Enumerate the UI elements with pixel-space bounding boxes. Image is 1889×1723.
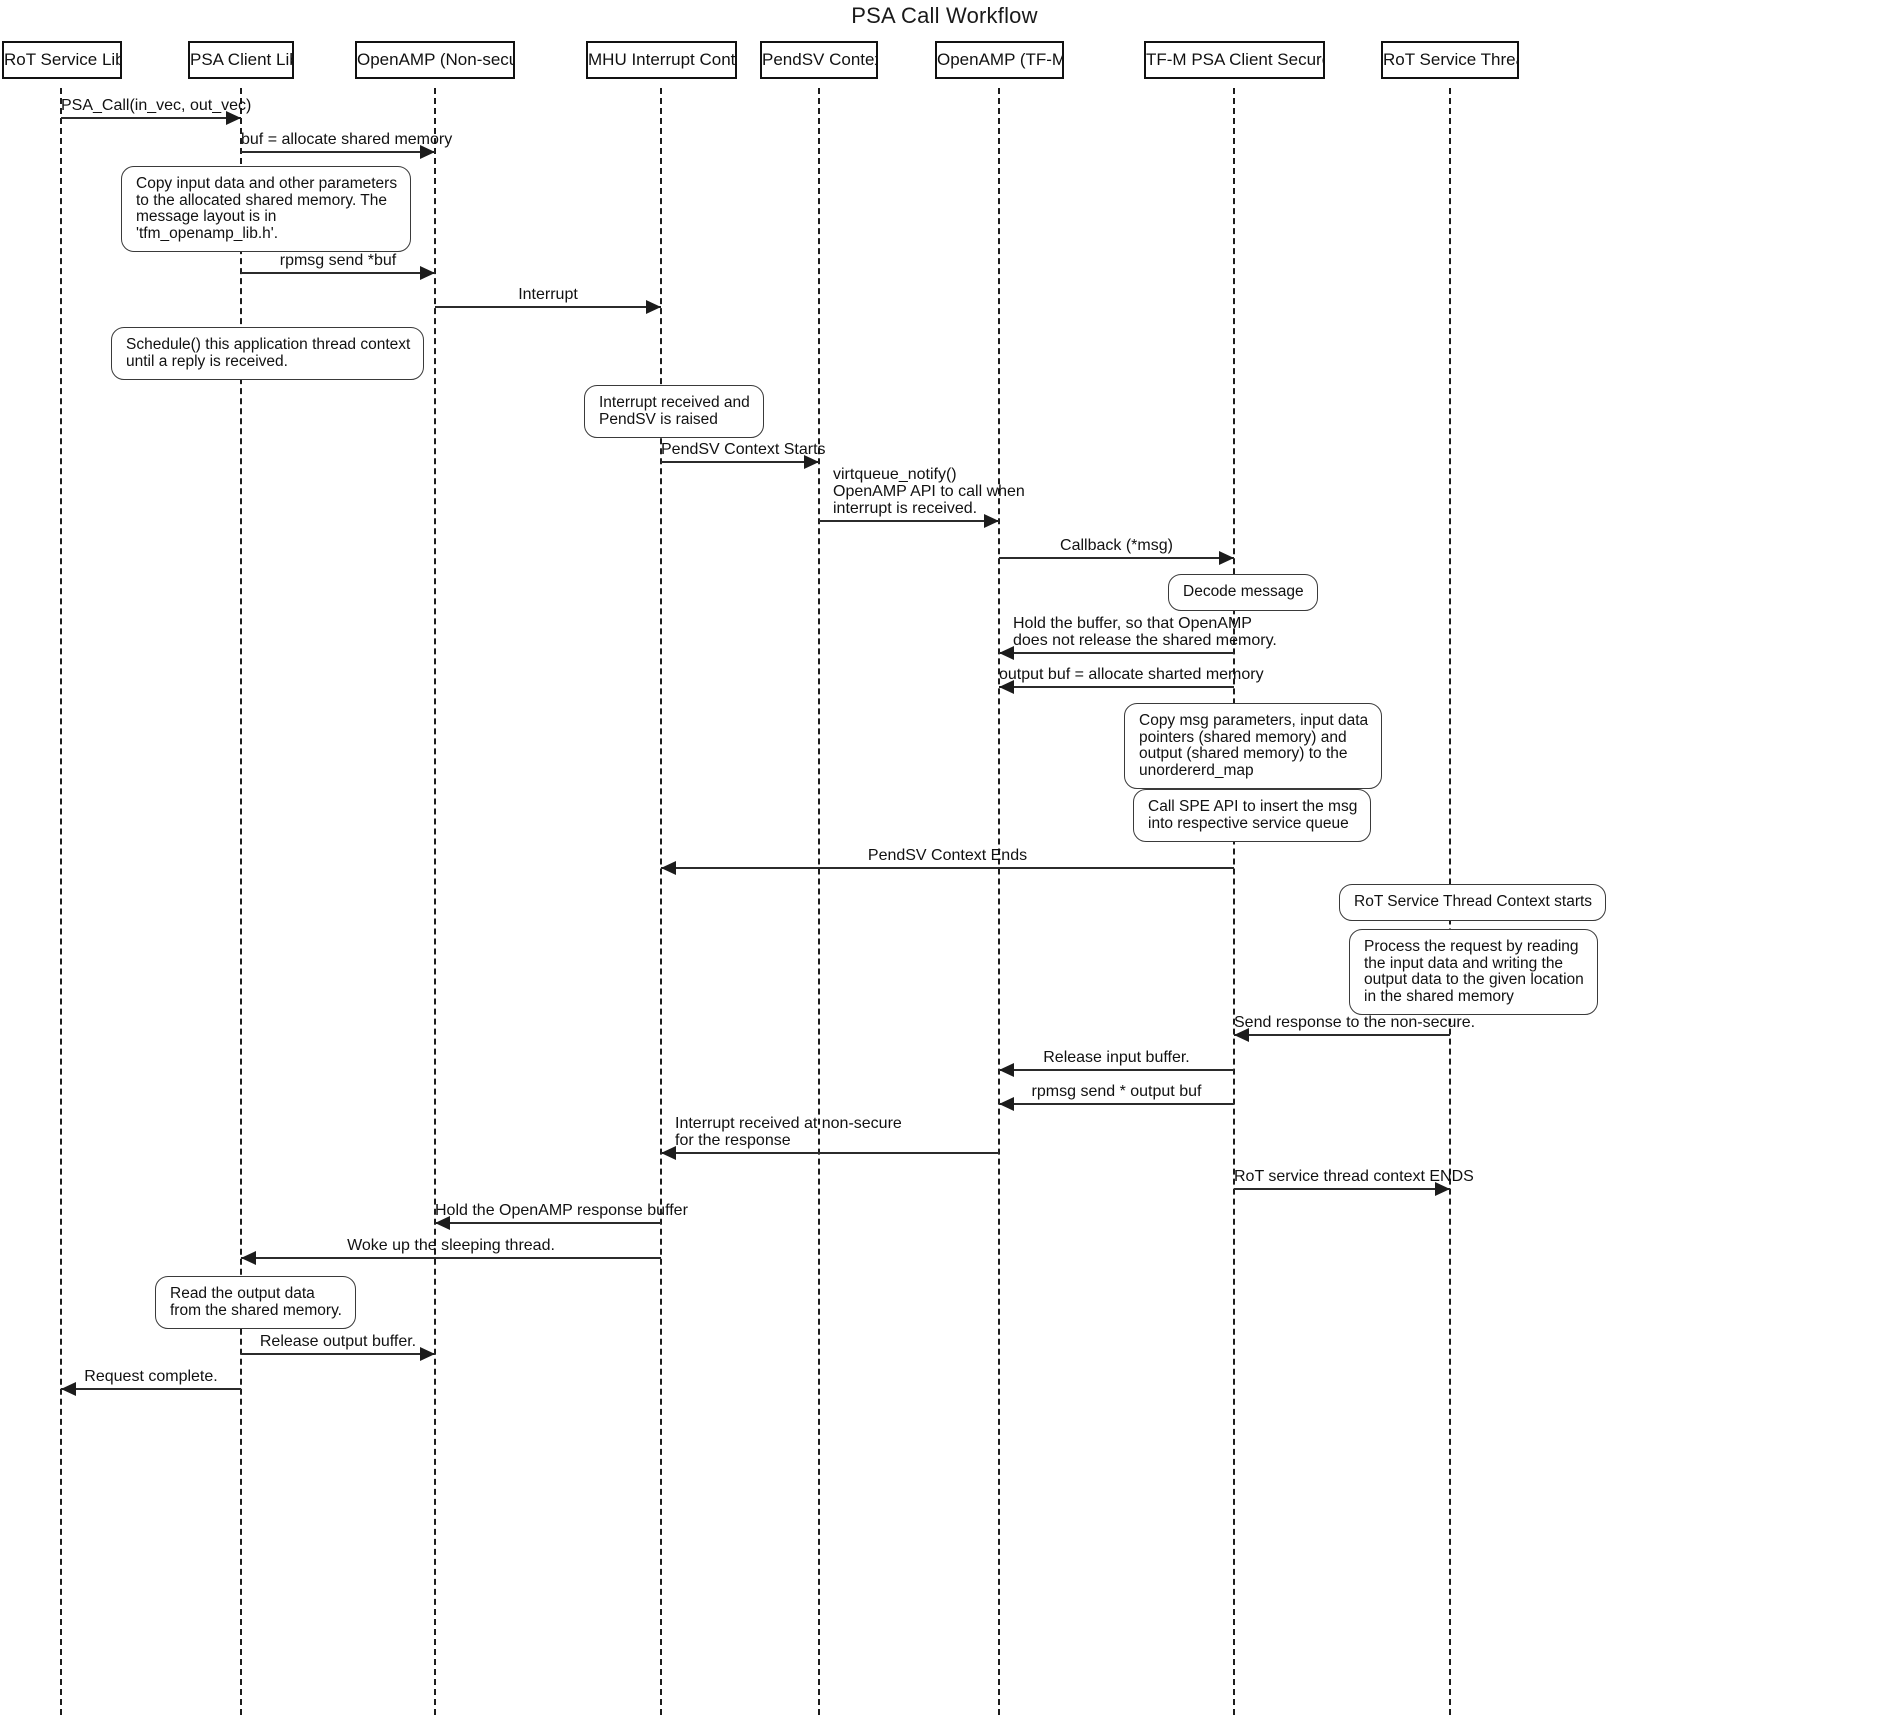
- message-line-interrupt: [435, 306, 661, 308]
- actor-box-openamp_tfm[interactable]: OpenAMP (TF-M): [935, 41, 1064, 79]
- actor-box-psa_client_lib[interactable]: PSA Client Lib: [188, 41, 294, 79]
- note-read-output-data-note: Read the output data from the shared mem…: [155, 1276, 356, 1329]
- message-label-hold-openamp-response-buf: Hold the OpenAMP response buffer: [435, 1202, 688, 1219]
- actor-box-rot_service_thread[interactable]: RoT Service Thread: [1381, 41, 1519, 79]
- message-line-buf-allocate-shared-memory: [241, 151, 435, 153]
- message-label-interrupt: Interrupt: [518, 286, 578, 303]
- lifeline-pendsv_context: [818, 88, 820, 1715]
- message-label-rpmsg-send-output-buf: rpmsg send * output buf: [1031, 1083, 1202, 1100]
- message-line-hold-openamp-response-buf: [435, 1222, 661, 1224]
- lifeline-openamp_nonsecure: [434, 88, 436, 1715]
- message-line-request-complete: [61, 1388, 241, 1390]
- message-line-send-response-nonsecure: [1234, 1034, 1450, 1036]
- note-interrupt-received-note: Interrupt received and PendSV is raised: [584, 385, 764, 438]
- note-call-spe-api-note: Call SPE API to insert the msg into resp…: [1133, 789, 1372, 842]
- arrowhead-hold-the-buffer: [999, 646, 1014, 660]
- message-line-woke-up-sleeping-thread: [241, 1257, 661, 1259]
- message-label-hold-the-buffer: Hold the buffer, so that OpenAMP does no…: [1013, 615, 1277, 649]
- note-decode-message-note: Decode message: [1168, 574, 1318, 611]
- message-label-output-buf-allocate: output buf = allocate sharted memory: [999, 666, 1264, 683]
- message-label-virtqueue-notify: virtqueue_notify() OpenAMP API to call w…: [833, 466, 1025, 517]
- message-line-rot-service-thread-ends: [1234, 1188, 1450, 1190]
- message-line-pendsv-context-starts: [661, 461, 819, 463]
- message-label-release-output-buffer: Release output buffer.: [259, 1333, 417, 1350]
- message-line-rpmsg-send-output-buf: [999, 1103, 1234, 1105]
- note-copy-input-data-note: Copy input data and other parameters to …: [121, 166, 412, 252]
- message-line-callback-msg: [999, 557, 1234, 559]
- message-line-psa-call: [61, 117, 241, 119]
- message-label-pendsv-context-ends: PendSV Context Ends: [867, 847, 1028, 864]
- lifeline-openamp_tfm: [998, 88, 1000, 1715]
- message-line-release-input-buffer: [999, 1069, 1234, 1071]
- message-line-rpmsg-send-buf: [241, 272, 435, 274]
- message-line-pendsv-context-ends: [661, 867, 1234, 869]
- message-label-rpmsg-send-buf: rpmsg send *buf: [279, 252, 397, 269]
- sequence-diagram-canvas: PSA Call Workflow RoT Service Lib PSA Cli…: [0, 0, 1889, 1723]
- message-label-interrupt-received-ns: Interrupt received at non-secure for the…: [675, 1115, 902, 1149]
- actor-box-pendsv_context[interactable]: PendSV Context: [760, 41, 878, 79]
- actor-box-mhu_interrupt_ctx[interactable]: MHU Interrupt Context: [586, 41, 737, 79]
- actor-box-rot_service_lib[interactable]: RoT Service Lib: [2, 41, 122, 79]
- message-label-rot-service-thread-ends: RoT service thread context ENDS: [1234, 1168, 1474, 1185]
- actor-box-openamp_nonsecure[interactable]: OpenAMP (Non-secure): [355, 41, 515, 79]
- message-label-pendsv-context-starts: PendSV Context Starts: [661, 441, 826, 458]
- actor-box-tfm_psa_client_sec[interactable]: TF-M PSA Client Secure Lib: [1144, 41, 1325, 79]
- note-copy-msg-parameters-note: Copy msg parameters, input data pointers…: [1124, 703, 1383, 789]
- lifeline-rot_service_lib: [60, 88, 62, 1715]
- page-title: PSA Call Workflow: [851, 3, 1038, 28]
- message-label-buf-allocate-shared-memory: buf = allocate shared memory: [241, 131, 453, 148]
- message-label-request-complete: Request complete.: [84, 1368, 218, 1385]
- arrowhead-interrupt-received-ns: [661, 1146, 676, 1160]
- note-process-request-note: Process the request by reading the input…: [1349, 929, 1598, 1015]
- lifeline-tfm_psa_client_sec: [1233, 88, 1235, 1715]
- note-schedule-thread-note: Schedule() this application thread conte…: [111, 327, 425, 380]
- message-label-psa-call: PSA_Call(in_vec, out_vec): [61, 97, 252, 114]
- message-line-release-output-buffer: [241, 1353, 435, 1355]
- lifeline-mhu_interrupt_ctx: [660, 88, 662, 1715]
- note-rot-thread-starts-note: RoT Service Thread Context starts: [1339, 884, 1607, 921]
- message-label-callback-msg: Callback (*msg): [1060, 537, 1173, 554]
- message-line-hold-the-buffer: [999, 652, 1234, 654]
- message-label-release-input-buffer: Release input buffer.: [1043, 1049, 1190, 1066]
- message-line-virtqueue-notify: [819, 520, 999, 522]
- message-label-woke-up-sleeping-thread: Woke up the sleeping thread.: [347, 1237, 555, 1254]
- message-line-output-buf-allocate: [999, 686, 1234, 688]
- message-line-interrupt-received-ns: [661, 1152, 999, 1154]
- message-label-send-response-nonsecure: Send response to the non-secure.: [1234, 1014, 1476, 1031]
